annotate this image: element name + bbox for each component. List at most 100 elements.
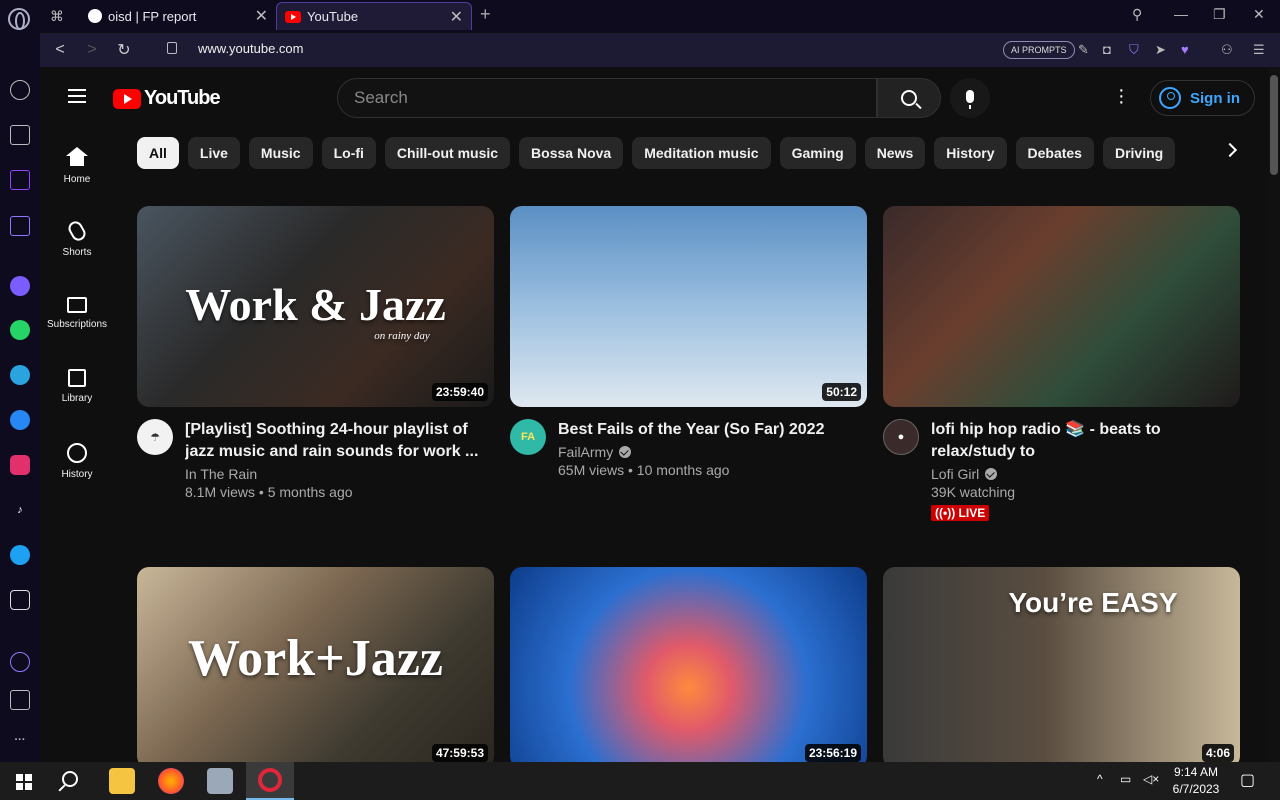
youtube-logo[interactable]: YouTube <box>113 87 221 110</box>
snapshot-edit-icon[interactable]: ✎ <box>1078 42 1089 58</box>
tab-oisd[interactable]: oisd | FP report ✕ <box>80 2 276 30</box>
sign-in-button[interactable]: Sign in <box>1150 80 1255 116</box>
video-thumbnail[interactable] <box>883 206 1240 407</box>
video-card[interactable]: You’re EASY 4:06 <box>883 567 1240 762</box>
channel-name[interactable]: Lofi Girl <box>931 466 1240 482</box>
close-tab-icon[interactable]: ✕ <box>450 7 463 27</box>
chip-history[interactable]: History <box>934 137 1007 169</box>
voice-search-button[interactable] <box>950 78 990 118</box>
video-thumbnail[interactable]: Work & Jazz on rainy day 23:59:40 <box>137 206 494 407</box>
channel-avatar[interactable]: ● <box>883 419 919 455</box>
twitch-icon[interactable] <box>10 170 30 190</box>
vk-icon[interactable] <box>10 410 30 430</box>
pinboard-icon[interactable] <box>10 690 30 710</box>
taskbar-search-icon[interactable] <box>62 771 78 787</box>
close-tab-icon[interactable]: ✕ <box>255 6 268 26</box>
crypto-wallet-icon[interactable] <box>10 216 30 236</box>
chip-music[interactable]: Music <box>248 137 313 169</box>
volume-icon[interactable]: ◁× <box>1143 772 1159 786</box>
easy-setup-icon[interactable]: ☰ <box>1253 42 1265 58</box>
opera-taskbar-button[interactable] <box>246 762 294 800</box>
scrollbar-thumb[interactable] <box>1270 75 1278 175</box>
search-button[interactable] <box>877 78 941 118</box>
minimize-button[interactable]: — <box>1174 6 1188 22</box>
discord-icon[interactable] <box>10 590 30 610</box>
taskbar: ^ ▭ ◁× 9:14 AM 6/7/2023 ▢ <box>0 762 1280 800</box>
video-thumbnail[interactable]: You’re EASY 4:06 <box>883 567 1240 762</box>
twitter-icon[interactable] <box>10 545 30 565</box>
camera-icon[interactable]: ◘ <box>1103 42 1111 57</box>
tab-search-icon[interactable]: ⚲ <box>1132 6 1142 23</box>
channel-name[interactable]: FailArmy <box>558 444 867 460</box>
windows-start-icon[interactable] <box>16 774 32 790</box>
search-input[interactable] <box>338 79 876 117</box>
settings-menu-icon[interactable]: · · · <box>1118 80 1125 112</box>
messenger-icon[interactable] <box>10 276 30 296</box>
sidebar-item-library[interactable]: Library <box>40 369 114 404</box>
restore-button[interactable]: ❐ <box>1213 6 1226 23</box>
vpn-shield-icon[interactable]: ⛉ <box>1129 42 1139 58</box>
heart-icon[interactable]: ♥ <box>1181 42 1189 57</box>
app-icon[interactable] <box>207 768 233 794</box>
video-card[interactable]: Work+Jazz 47:59:53 <box>137 567 494 762</box>
tiktok-icon[interactable]: ♪ <box>10 500 30 520</box>
sidebar-item-shorts[interactable]: Shorts <box>40 218 114 258</box>
video-title[interactable]: Best Fails of the Year (So Far) 2022 <box>558 419 867 441</box>
chevron-right-icon[interactable] <box>1222 142 1238 158</box>
video-card[interactable]: 50:12 FA Best Fails of the Year (So Far)… <box>510 206 867 478</box>
sidebar-item-history[interactable]: History <box>40 443 114 480</box>
chip-gaming[interactable]: Gaming <box>779 137 856 169</box>
channel-avatar[interactable]: FA <box>510 419 546 455</box>
forward-button[interactable]: > <box>76 41 108 59</box>
back-button[interactable]: < <box>44 41 76 59</box>
thumbnail-text: Work+Jazz <box>188 630 443 687</box>
scrollbar[interactable] <box>1268 67 1280 762</box>
clock[interactable]: 9:14 AM 6/7/2023 <box>1168 764 1224 798</box>
chip-news[interactable]: News <box>864 137 926 169</box>
account-icon[interactable]: ⚇ <box>1221 42 1233 58</box>
reload-button[interactable]: ↻ <box>108 40 140 60</box>
player-icon[interactable] <box>10 652 30 672</box>
ai-prompts-button[interactable]: AI PROMPTS <box>1003 41 1075 59</box>
menu-icon[interactable] <box>68 89 86 103</box>
sidebar-item-home[interactable]: Home <box>40 147 114 185</box>
instagram-icon[interactable] <box>10 455 30 475</box>
network-icon[interactable]: ▭ <box>1120 772 1131 786</box>
video-thumbnail[interactable]: Work+Jazz 47:59:53 <box>137 567 494 762</box>
duration-badge: 4:06 <box>1201 744 1234 762</box>
url-field[interactable]: www.youtube.com <box>198 41 304 56</box>
video-title[interactable]: [Playlist] Soothing 24-hour playlist of … <box>185 419 494 463</box>
video-thumbnail[interactable]: 23:56:19 <box>510 567 867 762</box>
send-icon[interactable]: ➤ <box>1155 42 1166 58</box>
chevron-up-icon[interactable]: ^ <box>1097 772 1103 786</box>
tab-youtube[interactable]: YouTube ✕ <box>276 2 472 30</box>
video-thumbnail[interactable]: 50:12 <box>510 206 867 407</box>
chip-bossa-nova[interactable]: Bossa Nova <box>519 137 624 169</box>
notifications-icon[interactable]: ▢ <box>1240 770 1255 790</box>
more-icon[interactable]: ··· <box>10 730 30 750</box>
file-explorer-icon[interactable] <box>109 768 135 794</box>
video-card[interactable]: 23:56:19 <box>510 567 867 762</box>
chip-debates[interactable]: Debates <box>1015 137 1094 169</box>
new-tab-button[interactable]: + <box>480 4 491 25</box>
chip-driving[interactable]: Driving <box>1102 137 1176 169</box>
chip-chillout[interactable]: Chill-out music <box>384 137 511 169</box>
telegram-icon[interactable] <box>10 365 30 385</box>
chip-live[interactable]: Live <box>187 137 240 169</box>
chip-all[interactable]: All <box>137 137 179 169</box>
firefox-icon[interactable] <box>158 768 184 794</box>
video-card[interactable]: Work & Jazz on rainy day 23:59:40 ☂ [Pla… <box>137 206 494 500</box>
channel-avatar[interactable]: ☂ <box>137 419 173 455</box>
chip-lofi[interactable]: Lo-fi <box>321 137 376 169</box>
bag-icon[interactable] <box>10 125 30 145</box>
close-window-button[interactable]: ✕ <box>1253 6 1265 23</box>
video-title[interactable]: lofi hip hop radio 📚 - beats to relax/st… <box>931 419 1240 463</box>
chip-meditation[interactable]: Meditation music <box>632 137 771 169</box>
gamepad-icon[interactable]: ⌘ <box>50 8 64 25</box>
opera-logo-icon[interactable] <box>8 8 30 30</box>
sidebar-item-subscriptions[interactable]: Subscriptions <box>40 297 114 330</box>
channel-name[interactable]: In The Rain <box>185 466 494 482</box>
video-card[interactable]: ● lofi hip hop radio 📚 - beats to relax/… <box>883 206 1240 522</box>
speed-dial-icon[interactable] <box>10 80 30 100</box>
whatsapp-icon[interactable] <box>10 320 30 340</box>
